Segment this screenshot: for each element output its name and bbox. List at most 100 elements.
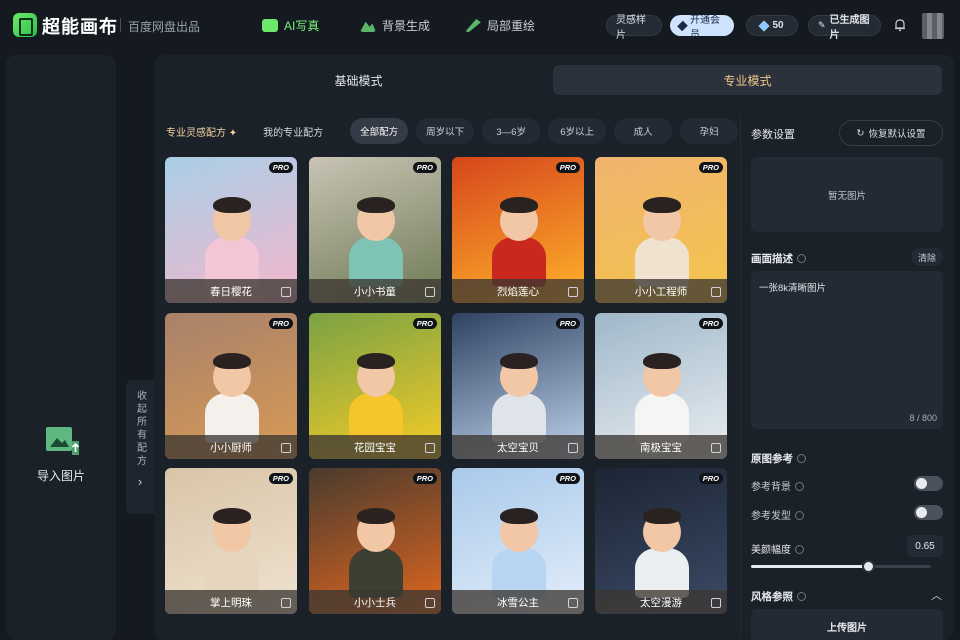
recipe-card[interactable]: PRO 掌上明珠 <box>165 468 297 614</box>
figure-hair <box>643 353 681 369</box>
recipe-card[interactable]: PRO 太空漫游 <box>595 468 727 614</box>
credits-badge[interactable]: 50 <box>746 15 798 36</box>
chip-adult[interactable]: 成人 <box>614 118 673 144</box>
figure-hair <box>357 508 395 524</box>
camera-icon <box>262 19 278 32</box>
left-import-panel[interactable]: 导入图片 <box>6 55 116 640</box>
credits-count: 50 <box>772 20 784 31</box>
chip-over-6[interactable]: 6岁以上 <box>548 118 607 144</box>
vip-label: 开通会员 <box>690 14 720 41</box>
credit-diamond-icon <box>758 19 771 32</box>
upload-image-button[interactable]: 上传图片 <box>751 609 943 640</box>
brand-subtitle: 百度网盘出品 <box>128 20 201 34</box>
description-textarea[interactable]: 一张8k清晰图片 8 / 800 <box>751 271 943 429</box>
top-bar: 超能画布 百度网盘出品 AI写真 背景生成 局部重绘 灵感样片 开通会员 50 … <box>0 0 960 52</box>
figure-hair <box>643 508 681 524</box>
recipe-title: 冰雪公主 <box>452 590 584 614</box>
desc-label: 画面描述 <box>751 253 793 265</box>
copy-icon[interactable] <box>711 443 721 453</box>
copy-icon[interactable] <box>425 287 435 297</box>
vip-button[interactable]: 开通会员 <box>670 15 734 41</box>
recipe-title: 太空漫游 <box>595 590 727 614</box>
copy-icon[interactable] <box>711 598 721 608</box>
collapse-label: 收起所有配方 <box>134 390 146 468</box>
ref-hair-label: 参考发型 <box>751 511 791 522</box>
preview-placeholder: 暂无图片 <box>751 157 943 232</box>
recipe-card[interactable]: PRO 小小工程师 <box>595 157 727 303</box>
figure-hair <box>643 197 681 213</box>
inspiration-label: 专业灵感配方 <box>166 127 226 139</box>
tab-basic-mode[interactable]: 基础模式 <box>164 65 553 95</box>
char-count: 8 / 800 <box>909 413 937 423</box>
copy-icon[interactable] <box>568 287 578 297</box>
copy-icon[interactable] <box>425 443 435 453</box>
generated-images-button[interactable]: ✎ 已生成图片 <box>808 15 881 41</box>
params-title: 参数设置 <box>751 129 795 141</box>
mode-switch: 基础模式 专业模式 <box>164 65 942 95</box>
copy-icon[interactable] <box>425 598 435 608</box>
user-avatar[interactable] <box>922 13 944 39</box>
chip-pregnant[interactable]: 孕妇 <box>680 118 739 144</box>
recipe-card[interactable]: PRO 小小厨师 <box>165 313 297 459</box>
collapse-recipes-tab[interactable]: 收起所有配方 › <box>126 380 154 514</box>
beauty-slider[interactable] <box>751 560 931 573</box>
inspiration-recipes-tab[interactable]: 专业灵感配方 ✦ <box>166 124 237 139</box>
recipe-card[interactable]: PRO 南极宝宝 <box>595 313 727 459</box>
recipe-card[interactable]: PRO 春日樱花 <box>165 157 297 303</box>
info-icon <box>795 511 804 520</box>
recipe-card[interactable]: PRO 烈焰莲心 <box>452 157 584 303</box>
copy-icon[interactable] <box>568 443 578 453</box>
samples-button[interactable]: 灵感样片 <box>606 15 662 41</box>
copy-icon[interactable] <box>281 598 291 608</box>
copy-icon[interactable] <box>568 598 578 608</box>
reset-defaults-button[interactable]: ↻ 恢复默认设置 <box>839 120 943 146</box>
beauty-value[interactable]: 0.65 <box>907 535 943 557</box>
ref-bg-toggle[interactable] <box>914 476 943 491</box>
recipe-card[interactable]: PRO 花园宝宝 <box>309 313 441 459</box>
clear-button[interactable]: 清除 <box>911 248 943 266</box>
beauty-row: 美颜幅度 <box>751 541 804 556</box>
beauty-label: 美颜幅度 <box>751 545 791 556</box>
description-text: 一张8k清晰图片 <box>759 283 827 294</box>
chip-3-6[interactable]: 3—6岁 <box>482 118 541 144</box>
pro-badge: PRO <box>412 162 437 173</box>
recipe-filters: 专业灵感配方 ✦ 我的专业配方 全部配方 周岁以下 3—6岁 6岁以上 成人 孕… <box>166 118 746 144</box>
nav-ai-portrait[interactable]: AI写真 <box>262 17 319 34</box>
ref-bg-row: 参考背景 <box>751 478 804 493</box>
tab-pro-mode[interactable]: 专业模式 <box>553 65 942 95</box>
figure-hair <box>357 353 395 369</box>
recipe-title: 烈焰莲心 <box>452 279 584 303</box>
brand-divider <box>120 18 121 32</box>
recipe-card[interactable]: PRO 小小书童 <box>309 157 441 303</box>
generated-images-label: 已生成图片 <box>829 14 870 41</box>
brush-icon <box>465 19 481 32</box>
my-recipes-tab[interactable]: 我的专业配方 <box>263 124 323 139</box>
figure-hair <box>213 197 251 213</box>
copy-icon[interactable] <box>281 443 291 453</box>
figure-hair <box>500 353 538 369</box>
bell-icon[interactable] <box>893 18 907 32</box>
figure-hair <box>500 197 538 213</box>
ref-hair-toggle[interactable] <box>914 505 943 520</box>
recipe-title: 小小士兵 <box>309 590 441 614</box>
recipe-title: 南极宝宝 <box>595 435 727 459</box>
slider-handle[interactable] <box>862 560 875 573</box>
copy-icon[interactable] <box>281 287 291 297</box>
chevron-up-icon[interactable]: ︿ <box>931 587 942 603</box>
nav-background-gen[interactable]: 背景生成 <box>360 17 430 34</box>
nav-inpaint[interactable]: 局部重绘 <box>465 17 535 34</box>
brand-name: 超能画布 <box>42 17 118 37</box>
pro-badge: PRO <box>555 318 580 329</box>
sparkle-icon: ✎ <box>818 20 826 30</box>
figure-hair <box>213 353 251 369</box>
recipe-card[interactable]: PRO 太空宝贝 <box>452 313 584 459</box>
pro-badge: PRO <box>268 473 293 484</box>
recipe-card[interactable]: PRO 冰雪公主 <box>452 468 584 614</box>
chip-under-one[interactable]: 周岁以下 <box>416 118 475 144</box>
info-icon <box>797 254 806 263</box>
copy-icon[interactable] <box>711 287 721 297</box>
pro-badge: PRO <box>412 473 437 484</box>
recipe-card[interactable]: PRO 小小士兵 <box>309 468 441 614</box>
chip-all[interactable]: 全部配方 <box>350 118 409 144</box>
chevron-right-icon: › <box>137 474 143 489</box>
